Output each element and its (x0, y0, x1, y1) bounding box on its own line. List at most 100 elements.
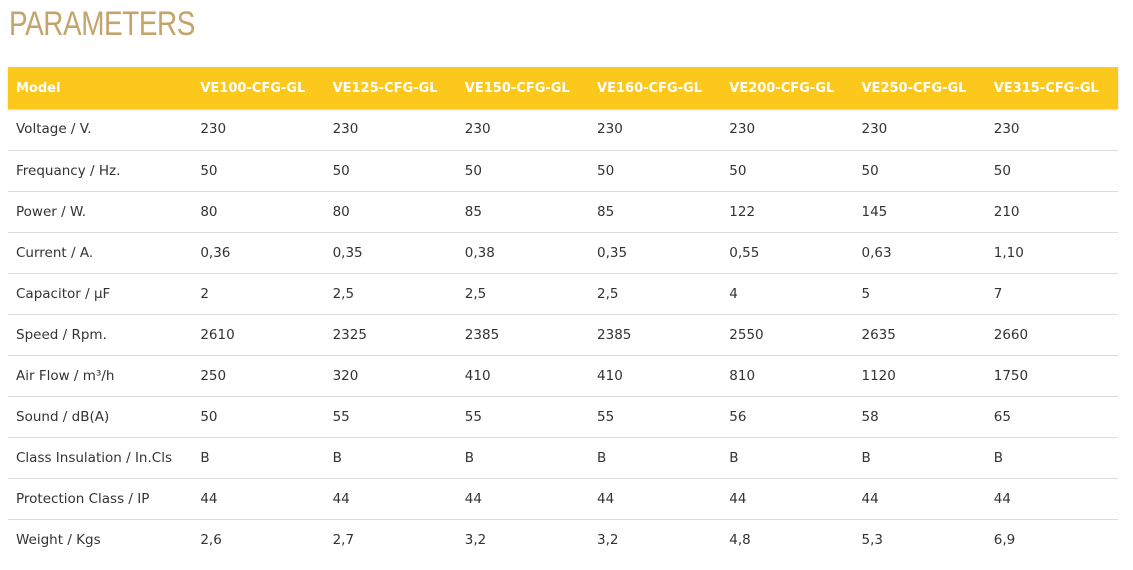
table-cell: 44 (861, 490, 879, 507)
table-cell: B (597, 449, 607, 466)
header-cell-ve125: VE125-CFG-GL (332, 80, 438, 96)
table-cell: 2385 (597, 326, 632, 343)
table-cell: 85 (464, 203, 482, 220)
table-cell: 0,55 (729, 244, 760, 261)
table-cell: 210 (993, 203, 1020, 220)
table-cell: B (993, 449, 1003, 466)
table-cell: 5,3 (861, 531, 883, 548)
header-row: Model VE100-CFG-GL VE125-CFG-GL VE150-CF… (8, 67, 1118, 109)
table-cell: 4 (729, 285, 738, 302)
table-cell: 44 (464, 490, 482, 507)
table-cell: 1,10 (993, 244, 1024, 261)
table-cell: 320 (332, 367, 359, 384)
table-row: Current / A. 0,36 0,35 0,38 0,35 0,55 0,63 1,10 (8, 232, 1118, 273)
row-label: Sound / dB(A) (16, 408, 110, 425)
table-cell: 44 (729, 490, 747, 507)
table-body: Voltage / V. 230 230 230 230 230 230 230 Frequan… (8, 109, 1118, 560)
table-row: Protection Class / IP 44 44 44 44 44 44 44 (8, 478, 1118, 519)
header-cell-ve200: VE200-CFG-GL (729, 80, 835, 96)
table-cell: 6,9 (993, 531, 1016, 548)
table-row: Class Insulation / In.Cls B B B B B B B (8, 437, 1118, 478)
table-cell: 2,5 (464, 285, 487, 302)
table-cell: 410 (597, 367, 623, 384)
parameters-table: Model VE100-CFG-GL VE125-CFG-GL VE150-CF… (8, 67, 1118, 560)
table-cell: 44 (597, 490, 615, 507)
table-cell: 2550 (729, 326, 764, 343)
table-cell: 0,63 (861, 244, 892, 261)
table-cell: 55 (597, 408, 615, 425)
table-cell: 2660 (993, 326, 1029, 343)
header-cell-ve315: VE315-CFG-GL (993, 80, 1099, 96)
table-row: Power / W. 80 80 85 85 122 145 210 (8, 191, 1118, 232)
table-cell: 230 (464, 121, 491, 138)
row-label: Voltage / V. (16, 121, 92, 138)
row-label: Air Flow / m³/h (16, 367, 115, 384)
table-cell: 55 (464, 408, 482, 425)
row-label: Capacitor / µF (16, 285, 111, 302)
header-cell-ve100: VE100-CFG-GL (200, 80, 306, 96)
table-cell: 230 (861, 121, 888, 138)
header-cell-model: Model (16, 80, 61, 96)
table-cell: 2610 (200, 326, 235, 343)
table-cell: 410 (464, 367, 491, 384)
table-cell: 810 (729, 367, 756, 384)
table-cell: 2,7 (332, 531, 355, 548)
table-header: Model VE100-CFG-GL VE125-CFG-GL VE150-CF… (8, 67, 1118, 109)
table-cell: 2385 (464, 326, 500, 343)
row-label: Power / W. (16, 203, 87, 220)
table-cell: 7 (993, 285, 1003, 302)
table-cell: 65 (993, 408, 1011, 425)
table-cell: 230 (597, 121, 623, 138)
table-cell: 50 (993, 162, 1011, 179)
table-row: Air Flow / m³/h 250 320 410 410 810 1120 1750 (8, 355, 1118, 396)
table-cell: 80 (332, 203, 350, 220)
table-cell: B (729, 449, 739, 466)
table-row: Weight / Kgs 2,6 2,7 3,2 3,2 4,8 5,3 6,9 (8, 519, 1118, 560)
table-cell: 122 (729, 203, 756, 220)
table-cell: 2635 (861, 326, 896, 343)
row-label: Weight / Kgs (16, 531, 101, 548)
table-cell: 1750 (993, 367, 1029, 384)
table-cell: 2,5 (332, 285, 355, 302)
table-cell: 250 (200, 367, 227, 384)
table-cell: 145 (861, 203, 888, 220)
table-cell: 56 (729, 408, 747, 425)
table-cell: 2,6 (200, 531, 222, 548)
table-cell: 85 (597, 203, 615, 220)
table-cell: 44 (332, 490, 350, 507)
table-cell: 1120 (861, 367, 896, 384)
table-row: Frequancy / Hz. 50 50 50 50 50 50 50 (8, 150, 1118, 191)
table-cell: 2 (200, 285, 209, 302)
table-cell: 3,2 (464, 531, 487, 548)
table-cell: 50 (332, 162, 350, 179)
table-cell: 0,38 (464, 244, 495, 261)
table-cell: 50 (861, 162, 879, 179)
table-cell: B (861, 449, 871, 466)
row-label: Frequancy / Hz. (16, 162, 121, 179)
table-row: Voltage / V. 230 230 230 230 230 230 230 (8, 109, 1118, 150)
header-cell-ve250: VE250-CFG-GL (861, 80, 967, 96)
header-cell-ve160: VE160-CFG-GL (597, 80, 702, 96)
row-label: Current / A. (16, 244, 94, 261)
table-row: Speed / Rpm. 2610 2325 2385 2385 2550 2635 2660 (8, 314, 1118, 355)
table-cell: 44 (993, 490, 1011, 507)
table-cell: 0,35 (332, 244, 363, 261)
table-cell: 230 (729, 121, 756, 138)
page-title: PARAMETERS (9, 5, 195, 43)
table-cell: B (332, 449, 342, 466)
table-cell: 44 (200, 490, 218, 507)
table-cell: 230 (200, 121, 227, 138)
table-cell: 50 (464, 162, 482, 179)
table-cell: 50 (200, 162, 218, 179)
table-cell: B (200, 449, 210, 466)
table-row: Sound / dB(A) 50 55 55 55 56 58 65 (8, 396, 1118, 437)
table-cell: 230 (993, 121, 1020, 138)
table-cell: 0,35 (597, 244, 628, 261)
table-cell: 0,36 (200, 244, 231, 261)
table-cell: 80 (200, 203, 218, 220)
table-cell: 4,8 (729, 531, 751, 548)
table-cell: 50 (729, 162, 747, 179)
table-cell: 2325 (332, 326, 367, 343)
table-cell: 55 (332, 408, 350, 425)
row-label: Speed / Rpm. (16, 326, 107, 343)
